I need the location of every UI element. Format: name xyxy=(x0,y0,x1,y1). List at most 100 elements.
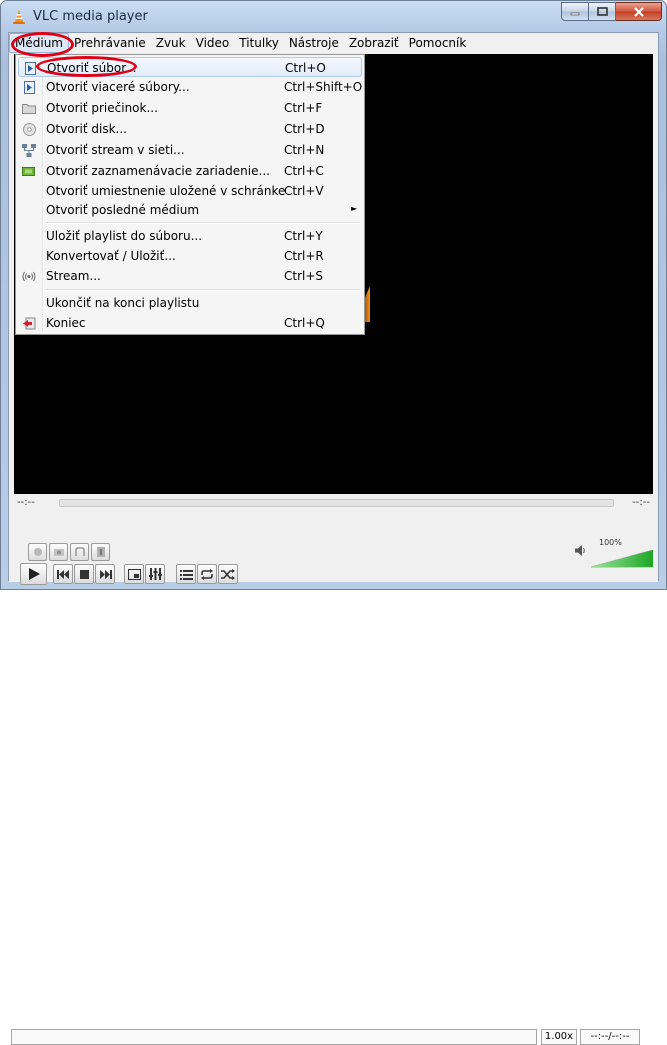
total-time: --:-- xyxy=(632,497,650,508)
shuffle-icon xyxy=(221,568,235,580)
loop-ab-button[interactable] xyxy=(70,543,89,561)
frame-step-button[interactable] xyxy=(91,543,110,561)
menu-item-open-network-stream[interactable]: Otvoriť stream v sieti... Ctrl+N xyxy=(18,140,362,160)
menu-item-shortcut: Ctrl+C xyxy=(284,164,324,178)
menu-playback[interactable]: Prehrávanie xyxy=(69,33,151,53)
next-button[interactable] xyxy=(95,564,115,584)
menu-item-label: Otvoriť priečinok... xyxy=(46,101,158,115)
submenu-arrow-icon: ► xyxy=(351,204,358,213)
playback-speed[interactable]: 1.00x xyxy=(541,1029,577,1045)
menu-item-label: Otvoriť viaceré súbory... xyxy=(46,80,190,94)
loop-icon xyxy=(201,568,213,580)
stream-icon xyxy=(21,268,37,284)
time-display[interactable]: --:--/--:-- xyxy=(580,1029,640,1045)
menu-item-shortcut: Ctrl+O xyxy=(285,61,326,75)
menu-item-quit-at-end-of-playlist[interactable]: Ukončiť na konci playlistu xyxy=(18,293,362,313)
menu-video[interactable]: Video xyxy=(191,33,235,53)
menu-item-label: Ukončiť na konci playlistu xyxy=(46,296,200,310)
menu-item-label: Otvoriť zaznamenávacie zariadenie... xyxy=(46,164,270,178)
extended-settings-button[interactable] xyxy=(145,564,165,584)
window-title: VLC media player xyxy=(33,9,148,24)
menu-item-stream[interactable]: Stream... Ctrl+S xyxy=(18,266,362,286)
next-icon xyxy=(99,569,112,579)
menu-item-open-capture-device[interactable]: Otvoriť zaznamenávacie zariadenie... Ctr… xyxy=(18,161,362,181)
loop-button[interactable] xyxy=(197,564,217,584)
vlc-cone-icon xyxy=(13,10,25,24)
menu-item-label: Uložiť playlist do súboru... xyxy=(46,229,203,243)
menu-item-open-folder[interactable]: Otvoriť priečinok... Ctrl+F xyxy=(18,98,362,118)
menu-item-shortcut: Ctrl+N xyxy=(284,143,325,157)
previous-icon xyxy=(56,569,69,579)
disc-icon xyxy=(21,121,37,137)
network-icon xyxy=(21,142,37,158)
open-file-icon xyxy=(22,60,38,76)
elapsed-time: --:-- xyxy=(17,497,35,508)
status-bar: 1.00x --:--/--:-- xyxy=(9,1029,658,1045)
menu-item-shortcut: Ctrl+Shift+O xyxy=(284,80,363,94)
maximize-icon xyxy=(596,7,608,16)
menu-view[interactable]: Zobraziť xyxy=(344,33,404,53)
menu-item-open-clipboard-location[interactable]: Otvoriť umiestnenie uložené v schránke C… xyxy=(18,181,362,201)
volume-slider[interactable] xyxy=(591,550,653,568)
previous-button[interactable] xyxy=(53,564,73,584)
seek-bar[interactable] xyxy=(59,499,614,507)
volume-percent: 100% xyxy=(599,538,622,547)
menu-item-shortcut: Ctrl+D xyxy=(284,122,325,136)
menu-item-label: Koniec xyxy=(46,316,86,330)
frame-step-icon xyxy=(96,547,105,557)
playlist-button[interactable] xyxy=(176,564,196,584)
menu-item-label: Stream... xyxy=(46,269,101,283)
stop-button[interactable] xyxy=(74,564,94,584)
menu-item-shortcut: Ctrl+Y xyxy=(284,229,323,243)
menu-item-open-multiple-files[interactable]: Otvoriť viaceré súbory... Ctrl+Shift+O xyxy=(18,77,362,97)
menu-item-open-recent-media[interactable]: Otvoriť posledné médium ► xyxy=(18,200,362,220)
play-button[interactable] xyxy=(20,563,47,585)
menu-item-convert-save[interactable]: Konvertovať / Uložiť... Ctrl+R xyxy=(18,246,362,266)
capture-device-icon xyxy=(21,163,37,179)
control-panel: --:-- --:-- 100% 1.00x --:--/--:-- xyxy=(9,494,658,1045)
menu-separator xyxy=(46,289,360,291)
menu-item-label: Otvoriť stream v sieti... xyxy=(46,143,185,157)
menu-item-label: Konvertovať / Uložiť... xyxy=(46,249,176,263)
menu-item-shortcut: Ctrl+F xyxy=(284,101,323,115)
menu-item-open-disc[interactable]: Otvoriť disk... Ctrl+D xyxy=(18,119,362,139)
close-button[interactable] xyxy=(616,2,662,21)
speaker-icon[interactable] xyxy=(575,545,587,556)
status-message xyxy=(11,1029,537,1045)
menu-item-label: Otvoriť posledné médium xyxy=(46,203,200,217)
play-icon xyxy=(28,568,40,580)
record-icon xyxy=(33,548,42,556)
menu-tools[interactable]: Nástroje xyxy=(284,33,344,53)
open-files-icon xyxy=(21,79,37,95)
shuffle-button[interactable] xyxy=(218,564,238,584)
menu-item-shortcut: Ctrl+Q xyxy=(284,316,325,330)
media-dropdown-menu: Otvoriť súbor... Ctrl+O Otvoriť viaceré … xyxy=(15,54,365,335)
loop-ab-icon xyxy=(74,547,85,556)
minimize-icon xyxy=(570,12,580,15)
menu-audio[interactable]: Zvuk xyxy=(151,33,191,53)
menu-separator xyxy=(46,222,360,224)
folder-icon xyxy=(21,100,37,116)
menu-item-save-playlist[interactable]: Uložiť playlist do súboru... Ctrl+Y xyxy=(18,226,362,246)
minimize-button[interactable] xyxy=(561,2,589,21)
menu-item-label: Otvoriť umiestnenie uložené v schránke xyxy=(46,184,286,198)
camera-icon xyxy=(53,549,64,556)
close-icon xyxy=(633,6,644,17)
vlc-window: VLC media player Médium Prehrávanie Zvuk… xyxy=(0,0,667,1045)
menu-item-shortcut: Ctrl+S xyxy=(284,269,324,283)
menu-help[interactable]: Pomocník xyxy=(404,33,472,53)
playlist-icon xyxy=(179,569,193,580)
menu-item-label: Otvoriť disk... xyxy=(46,122,127,136)
maximize-button[interactable] xyxy=(589,2,616,21)
menu-item-shortcut: Ctrl+V xyxy=(284,184,324,198)
snapshot-button[interactable] xyxy=(49,543,68,561)
menu-item-quit[interactable]: Koniec Ctrl+Q xyxy=(18,313,362,333)
title-bar[interactable]: VLC media player xyxy=(1,1,666,31)
record-button[interactable] xyxy=(28,543,47,561)
menu-item-open-file[interactable]: Otvoriť súbor... Ctrl+O xyxy=(18,57,362,77)
equalizer-icon xyxy=(148,568,162,580)
menu-media[interactable]: Médium xyxy=(9,33,69,53)
fullscreen-button[interactable] xyxy=(124,564,144,584)
menu-bar: Médium Prehrávanie Zvuk Video Titulky Ná… xyxy=(9,33,658,53)
menu-subtitles[interactable]: Titulky xyxy=(234,33,284,53)
